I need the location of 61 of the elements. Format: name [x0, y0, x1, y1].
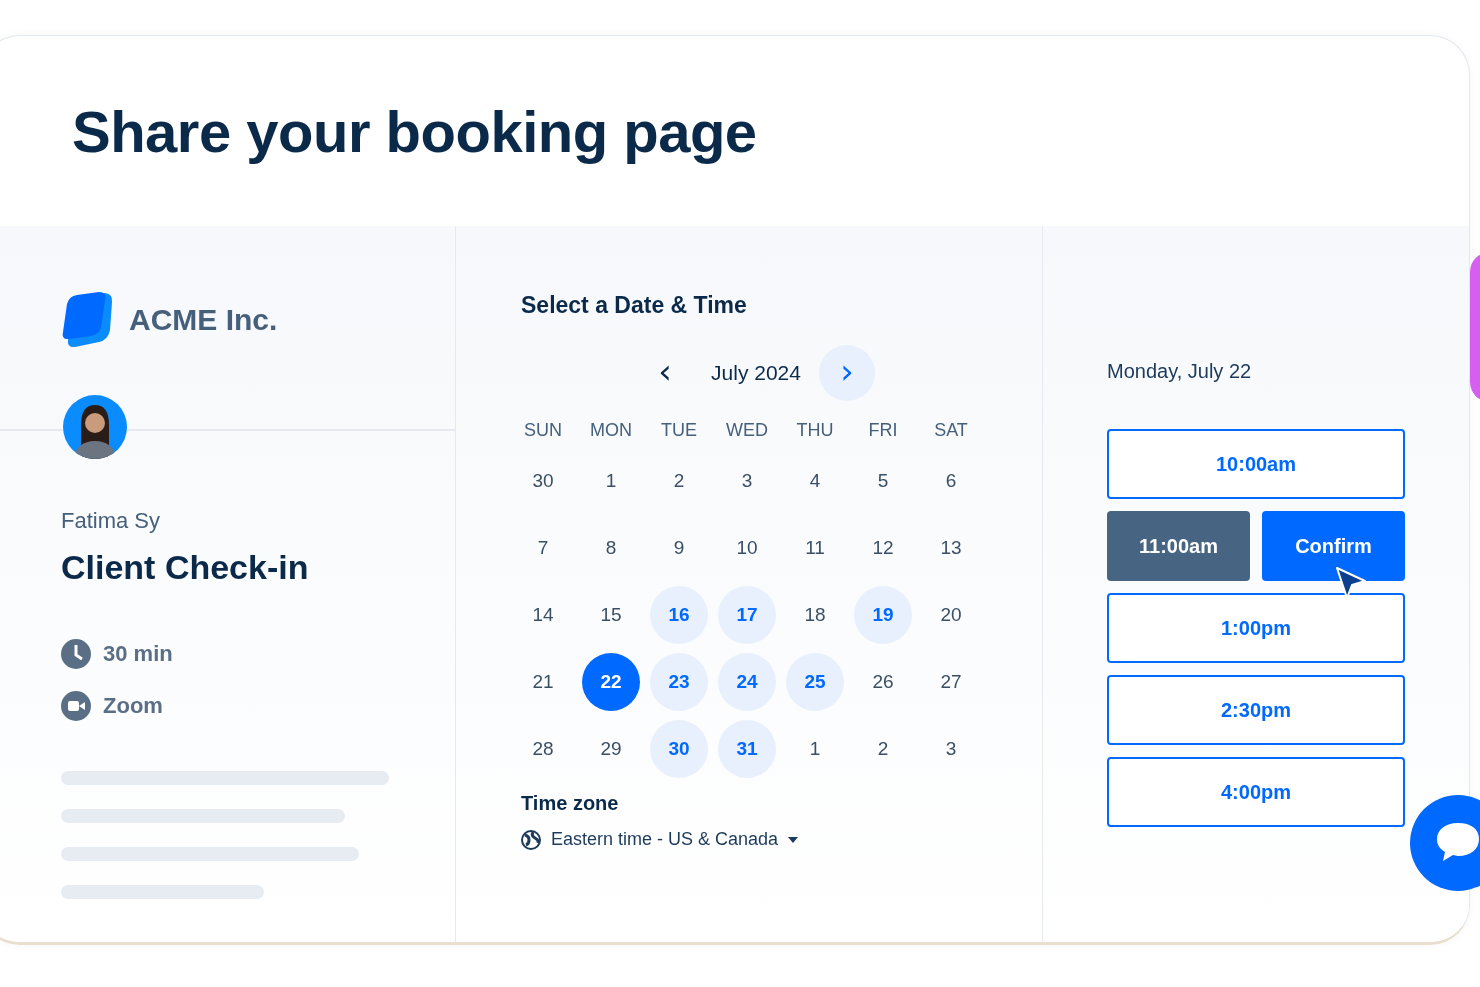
calendar-day[interactable]: 27	[922, 652, 980, 711]
weekday-label: FRI	[867, 418, 899, 442]
calendar-day[interactable]: 1	[582, 451, 640, 510]
calendar-heading: Select a Date & Time	[521, 292, 748, 319]
calendar-day[interactable]: 30	[650, 719, 708, 778]
page-title: Share your booking page	[72, 97, 757, 165]
calendar-day[interactable]: 7	[514, 518, 572, 577]
calendar-day[interactable]: 18	[786, 585, 844, 644]
weekday-label: THU	[795, 418, 835, 442]
time-slot[interactable]: 4:00pm	[1107, 757, 1405, 827]
calendar-day[interactable]: 25	[786, 652, 844, 711]
calendar-day[interactable]: 17	[718, 585, 776, 644]
calendar-day[interactable]: 5	[854, 451, 912, 510]
calendar-day[interactable]: 4	[786, 451, 844, 510]
timezone-label: Time zone	[521, 792, 620, 815]
calendar-day[interactable]: 28	[514, 719, 572, 778]
calendar-day[interactable]: 10	[718, 518, 776, 577]
event-title: Client Check-in	[61, 548, 310, 587]
calendar-day[interactable]: 24	[718, 652, 776, 711]
calendar-day[interactable]: 29	[582, 719, 640, 778]
event-detail: 30 min	[103, 641, 173, 667]
previous-month-button[interactable]: ‹	[637, 345, 693, 401]
calendar-day[interactable]: 11	[786, 518, 844, 577]
calendar-day[interactable]: 20	[922, 585, 980, 644]
next-month-button[interactable]: ›	[819, 345, 875, 401]
calendar-day[interactable]: 31	[718, 719, 776, 778]
calendar-day[interactable]: 1	[786, 719, 844, 778]
calendar-day[interactable]: 26	[854, 652, 912, 711]
calendar-day[interactable]: 22	[582, 652, 640, 711]
company-name: ACME Inc.	[129, 303, 278, 337]
month-label: July 2024	[710, 361, 802, 385]
calendar-day[interactable]: 3	[922, 719, 980, 778]
calendar-day[interactable]: 16	[650, 585, 708, 644]
calendar-day[interactable]: 30	[514, 451, 572, 510]
calendar-day[interactable]: 21	[514, 652, 572, 711]
time-slot[interactable]: 11:00am	[1107, 511, 1250, 581]
calendar-day[interactable]: 9	[650, 518, 708, 577]
weekday-label: SUN	[523, 418, 563, 442]
calendar-day[interactable]: 8	[582, 518, 640, 577]
calendar-day[interactable]: 15	[582, 585, 640, 644]
calendar-day[interactable]: 12	[854, 518, 912, 577]
time-slot[interactable]: 1:00pm	[1107, 593, 1405, 663]
calendar-day[interactable]: 14	[514, 585, 572, 644]
confirm-button[interactable]: Confirm	[1262, 511, 1405, 581]
calendar-day[interactable]: 23	[650, 652, 708, 711]
selected-date: Monday, July 22	[1107, 360, 1253, 383]
weekday-label: WED	[725, 418, 769, 442]
calendar-day[interactable]: 19	[854, 585, 912, 644]
calendar-day[interactable]: 2	[650, 451, 708, 510]
calendar-day[interactable]: 3	[718, 451, 776, 510]
event-detail: Zoom	[103, 693, 163, 719]
calendar-day[interactable]: 2	[854, 719, 912, 778]
host-name: Fatima Sy	[61, 508, 162, 534]
weekday-label: MON	[589, 418, 633, 442]
calendar-day[interactable]: 6	[922, 451, 980, 510]
weekday-label: TUE	[660, 418, 698, 442]
timezone-dropdown[interactable]: Eastern time - US & Canada	[521, 829, 799, 850]
weekday-label: SAT	[933, 418, 969, 442]
calendar-day[interactable]: 13	[922, 518, 980, 577]
time-slot[interactable]: 2:30pm	[1107, 675, 1405, 745]
time-slot[interactable]: 10:00am	[1107, 429, 1405, 499]
